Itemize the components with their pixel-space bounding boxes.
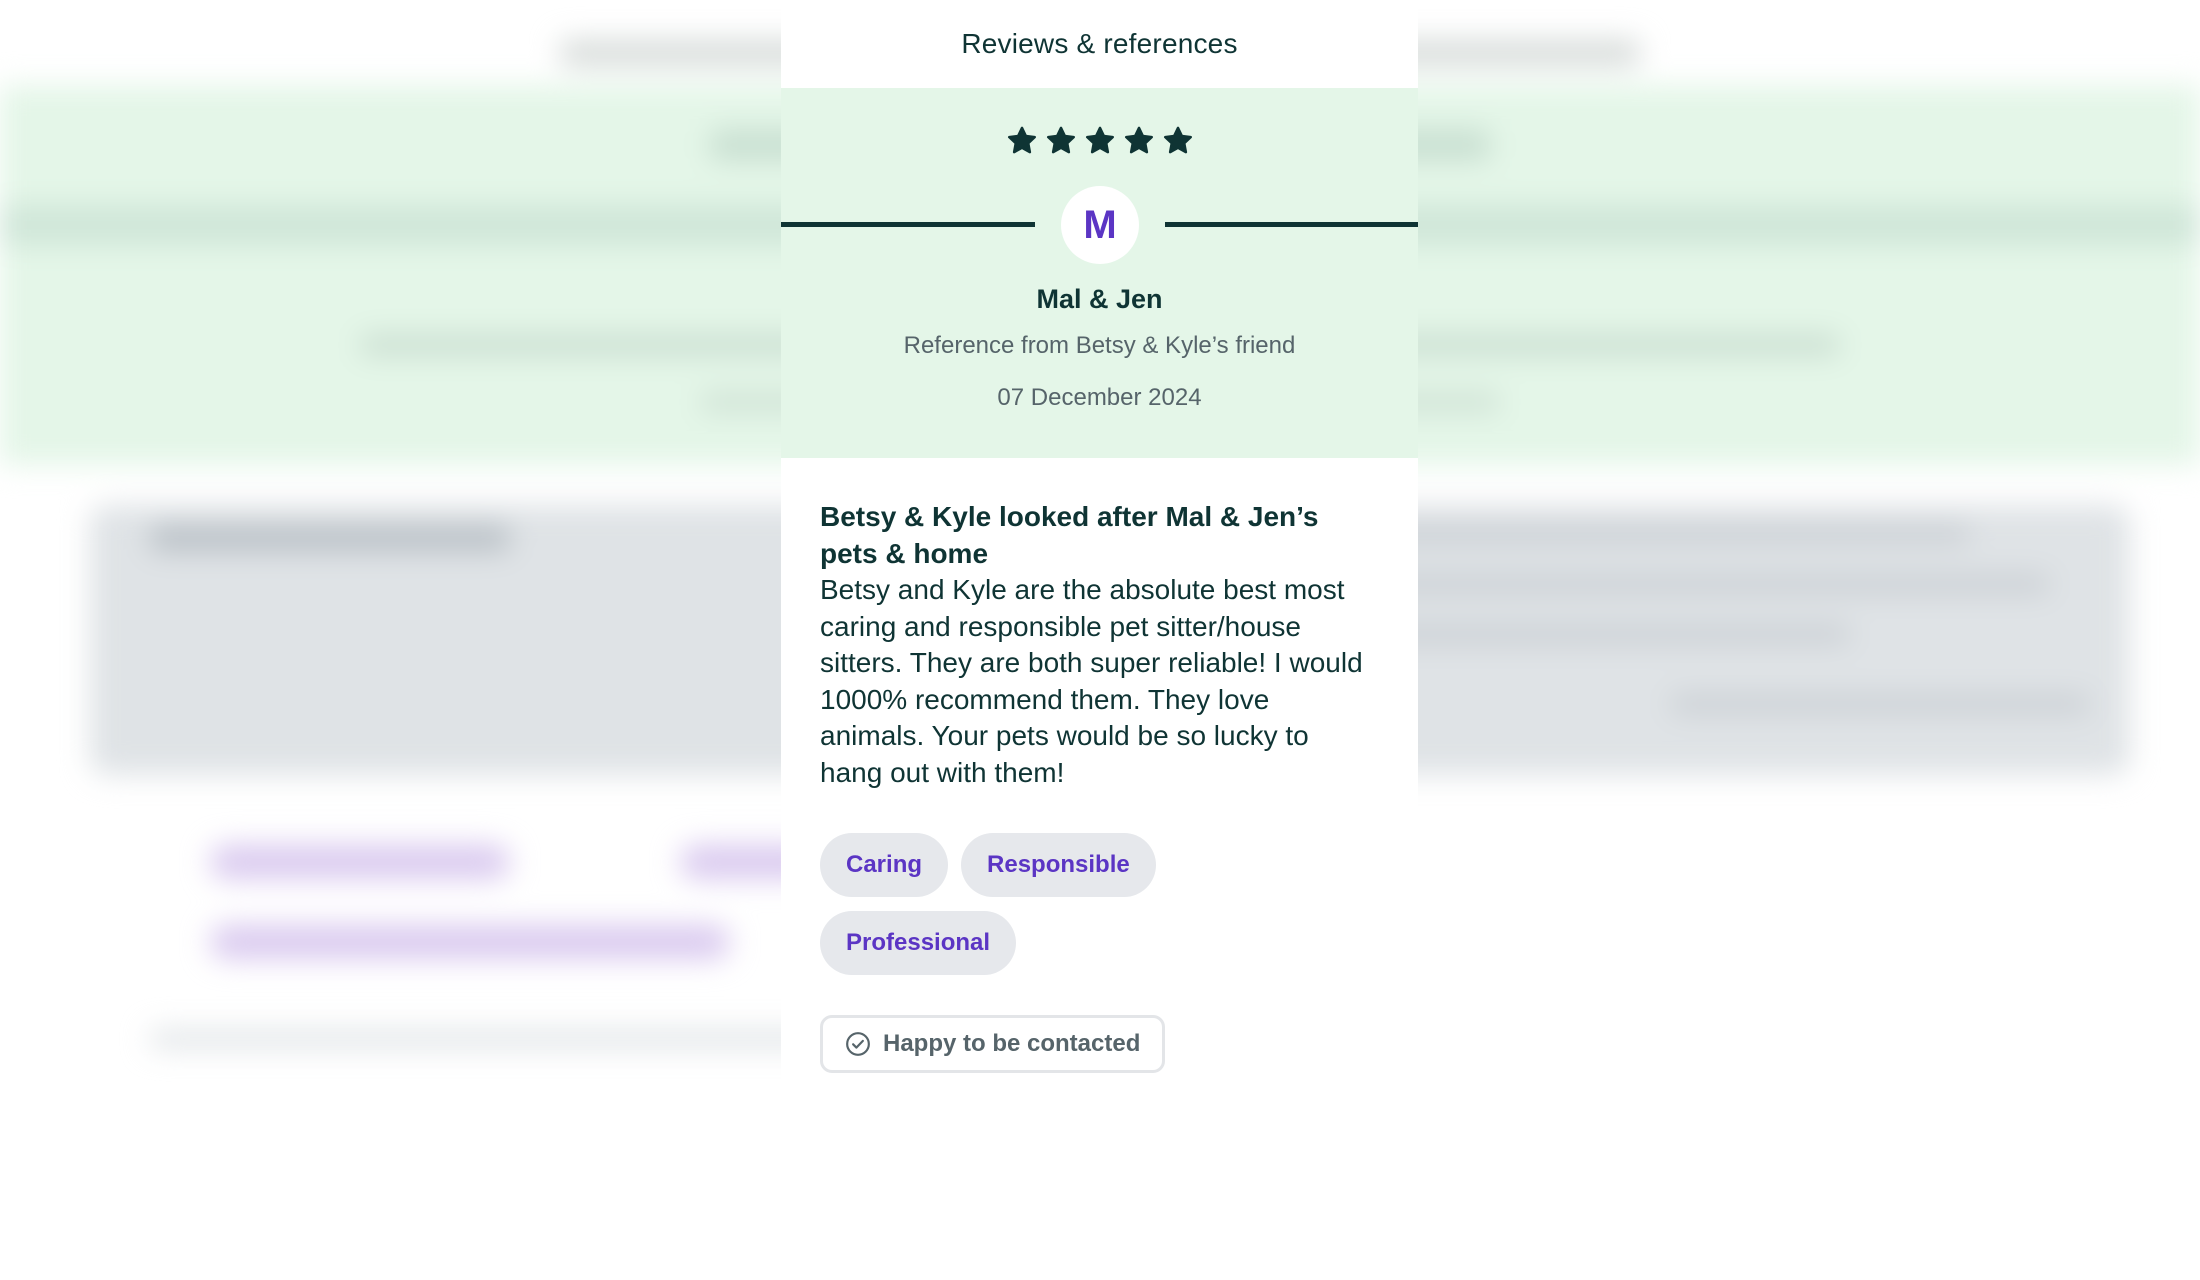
background-pill [210,925,730,959]
tag-professional: Professional [820,911,1017,975]
reference-relationship: Reference from Betsy & Kyle’s friend [903,332,1296,359]
hero-divider-left [781,222,1035,227]
tag-responsible: Responsible [961,833,1156,897]
background-line [1330,525,1970,543]
review-text: Betsy and Kyle are the absolute best mos… [820,574,1363,788]
star-icon [1007,126,1036,154]
avatar: M [1061,186,1139,264]
review-body: Betsy & Kyle looked after Mal & Jen’s pe… [781,458,1418,1073]
trait-tags: Caring Responsible Professional [820,833,1250,975]
background-line [150,525,510,551]
star-icon [1046,126,1075,154]
tag-caring: Caring [820,833,949,897]
background-line [1330,575,2050,593]
review-title: Betsy & Kyle looked after Mal & Jen’s pe… [820,501,1319,569]
happy-to-be-contacted-badge: Happy to be contacted [820,1015,1166,1073]
star-rating [781,126,1418,156]
reviewer-name: Mal & Jen [1036,284,1163,314]
background-footer-line [150,1030,850,1048]
check-circle-icon [846,1032,870,1056]
contact-label: Happy to be contacted [883,1030,1141,1057]
review-date: 07 December 2024 [997,384,1202,411]
modal-title: Reviews & references [961,28,1238,59]
background-pill [210,845,510,879]
star-icon [1085,126,1114,154]
background-line [1670,695,2090,713]
reviews-modal: Reviews & references M Mal & Jen Referen… [781,0,1418,1100]
review-hero: M Mal & Jen Reference from Betsy & Kyle’… [781,88,1418,458]
star-icon [1124,126,1153,154]
hero-divider-right [1165,222,1418,227]
star-icon [1163,126,1192,154]
